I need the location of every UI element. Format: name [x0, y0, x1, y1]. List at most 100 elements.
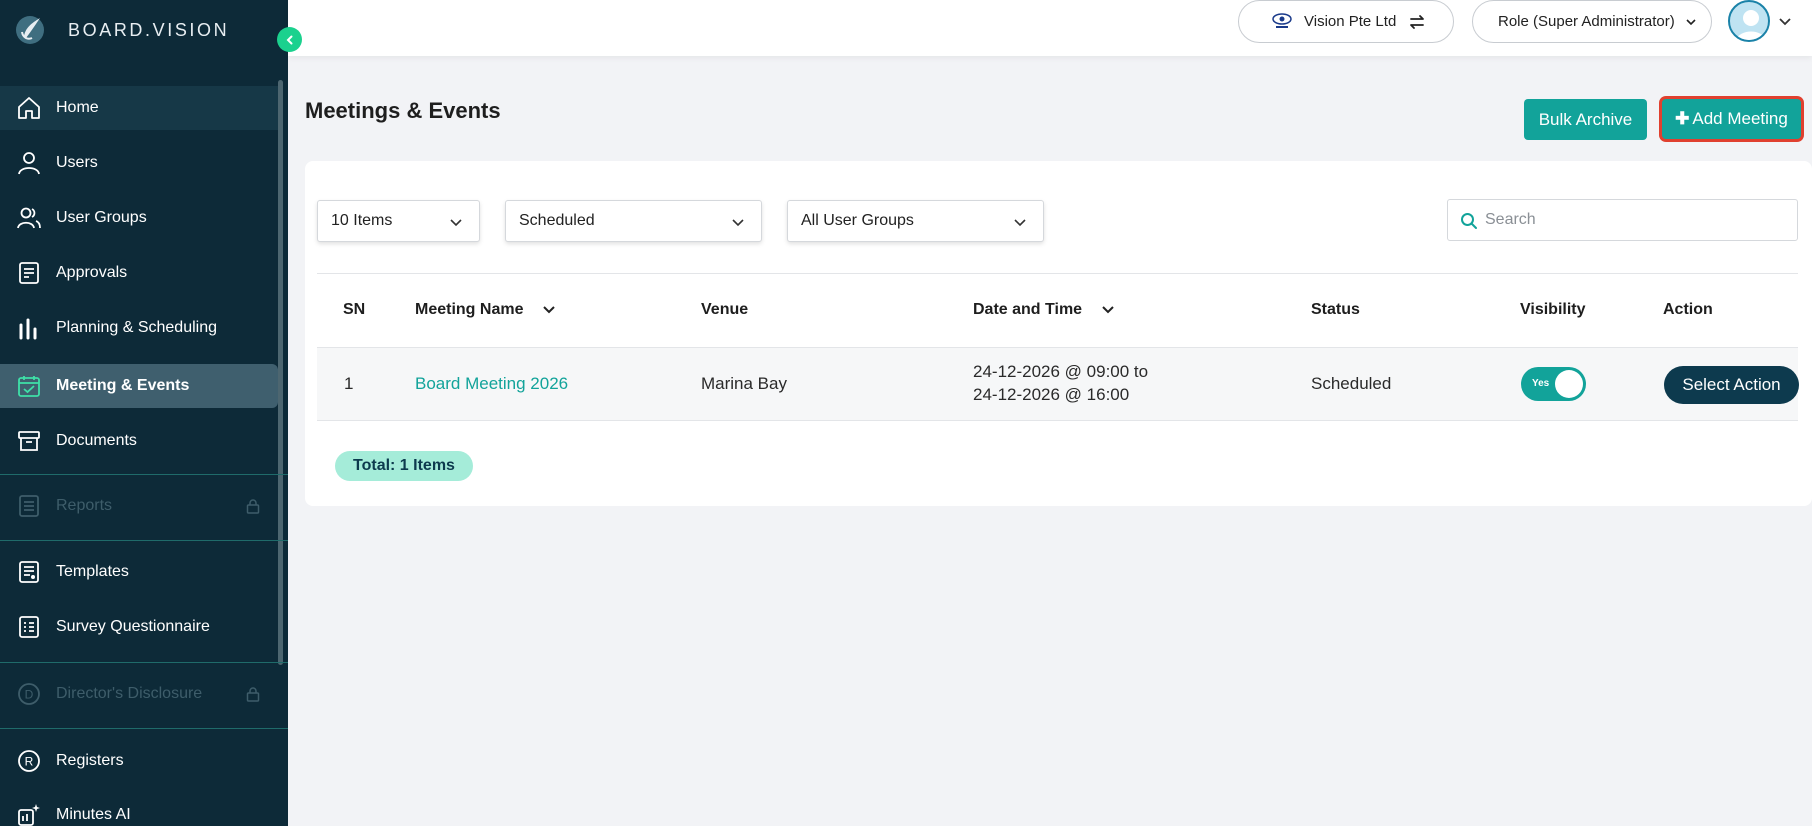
sidebar-item-label: Users: [56, 154, 98, 171]
meeting-name-link[interactable]: Board Meeting 2026: [415, 374, 568, 394]
page-title: Meetings & Events: [305, 98, 501, 123]
sidebar-divider: [0, 474, 288, 475]
sidebar-divider: [0, 662, 288, 663]
column-header-label: Date and Time: [973, 301, 1083, 318]
sidebar-item-approvals[interactable]: Approvals: [0, 251, 278, 295]
sidebar-item-home[interactable]: Home: [0, 86, 278, 130]
sort-chevron-icon[interactable]: [1101, 304, 1115, 316]
table-top-border: [317, 273, 1798, 274]
avatar[interactable]: [1728, 0, 1770, 42]
column-header-action: Action: [1663, 301, 1713, 318]
sidebar-item-minutes-ai[interactable]: Minutes AI: [0, 793, 278, 826]
search-placeholder: Search: [1485, 211, 1536, 228]
minutes-ai-icon: [18, 804, 40, 826]
report-list-icon: [19, 495, 39, 517]
switch-arrows-icon: [1410, 15, 1424, 29]
sidebar-item-label: Reports: [56, 497, 113, 514]
chevron-left-icon: [286, 35, 292, 44]
plus-icon: ✚: [1675, 109, 1690, 128]
sidebar-item-label: Survey Questionnaire: [56, 618, 210, 635]
sidebar-item-registers[interactable]: R Registers: [0, 739, 278, 783]
total-badge: Total: 1 Items: [335, 451, 473, 481]
page-size-select[interactable]: 10 Items: [317, 200, 480, 242]
sidebar-item-label: Documents: [56, 432, 137, 449]
row-status: Scheduled: [1311, 374, 1392, 393]
sidebar-item-user-groups[interactable]: User Groups: [0, 196, 278, 240]
row-date-end: 24-12-2026 @ 16:00: [973, 385, 1130, 404]
user-group-filter-value: All User Groups: [801, 212, 914, 229]
column-header-meeting-name[interactable]: Meeting Name: [415, 301, 556, 319]
bar-chart-icon: [19, 318, 37, 340]
sidebar-item-reports: Reports: [0, 484, 278, 528]
toggle-label: Yes: [1532, 378, 1550, 389]
organization-name: Vision Pte Ltd: [1304, 13, 1397, 30]
r-circle-icon: R: [18, 750, 40, 772]
svg-text:R: R: [25, 755, 34, 769]
sidebar-item-label: User Groups: [56, 209, 147, 226]
status-filter-select[interactable]: Scheduled: [505, 200, 762, 242]
chevron-down-icon: [1686, 19, 1696, 26]
status-filter-value: Scheduled: [519, 212, 595, 229]
add-meeting-button[interactable]: ✚ Add Meeting: [1660, 97, 1803, 141]
chevron-down-icon: [1014, 219, 1026, 227]
column-header-venue: Venue: [701, 301, 749, 318]
sort-chevron-icon[interactable]: [542, 304, 556, 316]
page-size-value: 10 Items: [331, 212, 393, 229]
brand[interactable]: BOARD.VISION: [14, 12, 229, 48]
role-selector[interactable]: Role (Super Administrator): [1472, 0, 1712, 43]
sidebar-divider: [0, 540, 288, 541]
sidebar-item-label: Templates: [56, 563, 129, 580]
column-header-sn: SN: [343, 301, 366, 318]
column-header-visibility: Visibility: [1520, 301, 1586, 318]
vision-logo-icon: [1272, 13, 1292, 28]
chevron-down-icon: [450, 219, 462, 227]
approval-icon: [19, 262, 39, 284]
svg-text:D: D: [25, 688, 34, 702]
survey-icon: [19, 616, 39, 638]
lock-icon: [246, 687, 260, 702]
row-date-start: 24-12-2026 @ 09:00 to: [973, 362, 1149, 381]
brand-name: BOARD.VISION: [68, 19, 230, 40]
sidebar-item-meeting-events[interactable]: Meeting & Events: [0, 364, 278, 408]
archive-box-icon: [18, 431, 40, 451]
user-group-filter-select[interactable]: All User Groups: [787, 200, 1044, 242]
brand-logo-icon: [16, 16, 44, 44]
sidebar-divider: [0, 728, 288, 729]
sidebar-item-label: Home: [56, 99, 99, 116]
sidebar-collapse-button[interactable]: [277, 27, 302, 52]
column-header-label: Meeting Name: [415, 301, 524, 318]
sidebar-item-planning-scheduling[interactable]: Planning & Scheduling: [0, 306, 278, 350]
search-input[interactable]: Search: [1447, 199, 1798, 241]
sidebar-item-templates[interactable]: Templates: [0, 550, 278, 594]
sidebar-item-label: Meeting & Events: [56, 377, 190, 394]
bulk-archive-button[interactable]: Bulk Archive: [1524, 99, 1647, 140]
sidebar-item-label: Minutes AI: [56, 806, 131, 823]
avatar-chevron-down-icon[interactable]: [1778, 15, 1792, 27]
sidebar-scrollbar[interactable]: [278, 80, 283, 665]
add-meeting-label: Add Meeting: [1692, 109, 1788, 128]
home-icon: [18, 97, 40, 119]
sidebar: BOARD.VISION Home Users User Groups Appr…: [0, 0, 288, 826]
calendar-check-icon: [18, 376, 40, 397]
sidebar-item-label: Registers: [56, 752, 124, 769]
role-label: Role (Super Administrator): [1498, 13, 1675, 30]
sidebar-item-label: Director's Disclosure: [56, 685, 203, 702]
sidebar-item-survey-questionnaire[interactable]: Survey Questionnaire: [0, 605, 278, 649]
chevron-down-icon: [732, 219, 744, 227]
search-icon: [1461, 213, 1477, 229]
lock-icon: [246, 499, 260, 514]
select-action-button[interactable]: Select Action: [1664, 366, 1799, 404]
row-sn: 1: [344, 374, 354, 393]
sidebar-item-directors-disclosure: D Director's Disclosure: [0, 672, 278, 716]
meetings-card: 10 Items Scheduled All User Groups Searc…: [305, 161, 1812, 506]
d-circle-icon: D: [18, 683, 40, 705]
visibility-toggle[interactable]: Yes: [1521, 367, 1586, 401]
column-header-date-time[interactable]: Date and Time: [973, 301, 1115, 319]
organization-switcher[interactable]: Vision Pte Ltd: [1238, 0, 1454, 43]
template-icon: [19, 561, 39, 583]
sidebar-item-label: Planning & Scheduling: [56, 319, 218, 336]
toggle-knob: [1555, 370, 1583, 398]
users-icon: [17, 207, 41, 229]
sidebar-item-documents[interactable]: Documents: [0, 419, 278, 463]
sidebar-item-users[interactable]: Users: [0, 141, 278, 185]
